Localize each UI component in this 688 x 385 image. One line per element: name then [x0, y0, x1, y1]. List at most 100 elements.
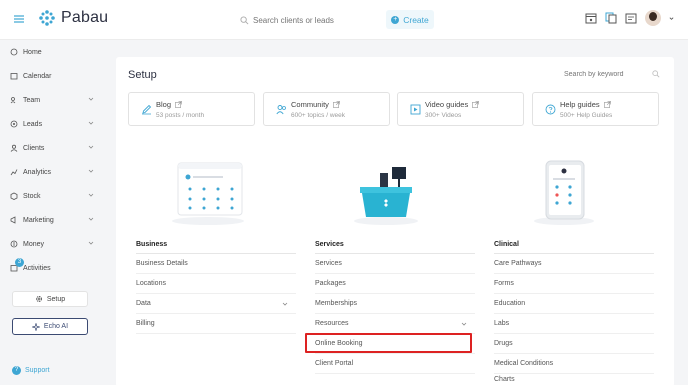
global-search-input[interactable] [253, 15, 373, 25]
sidebar-item-marketing[interactable]: Marketing [10, 212, 94, 228]
external-link-icon [472, 101, 480, 108]
link-memberships[interactable]: Memberships [315, 294, 475, 314]
card-subtitle: 53 posts / month [156, 112, 205, 119]
chevron-down-icon [88, 217, 94, 221]
business-heading: Business [136, 241, 168, 248]
brand-name: Pabau [61, 9, 109, 26]
link-resources[interactable]: Resources [315, 314, 475, 334]
link-labs[interactable]: Labs [494, 314, 654, 334]
card-title: Blog [156, 100, 172, 109]
link-education[interactable]: Education [494, 294, 654, 314]
chevron-down-icon [88, 193, 94, 197]
link-charts[interactable]: Charts [494, 374, 654, 385]
calendar-check-icon[interactable] [585, 12, 597, 24]
external-link-icon [603, 101, 611, 108]
sidebar-item-label: Team [23, 96, 41, 104]
link-label: Services [315, 260, 342, 267]
link-drugs[interactable]: Drugs [494, 334, 654, 354]
notes-icon[interactable] [625, 12, 637, 24]
chevron-down-icon[interactable] [461, 321, 467, 327]
link-label: Medical Conditions [494, 360, 554, 367]
create-button[interactable]: + Create [386, 10, 434, 29]
pabau-logo-icon [39, 10, 55, 26]
top-bar: Pabau + Create [0, 0, 688, 40]
chevron-down-icon [88, 145, 94, 149]
link-label: Labs [494, 320, 510, 327]
link-label: Resources [315, 320, 349, 327]
support-label: Support [25, 367, 50, 374]
tasks-icon[interactable] [605, 12, 617, 24]
link-billing[interactable]: Billing [136, 314, 296, 334]
video-guides-card[interactable]: Video guides 300+ Videos [397, 92, 524, 126]
sidebar-item-stock[interactable]: Stock [10, 188, 94, 204]
community-icon [276, 105, 286, 115]
global-search[interactable] [240, 10, 380, 30]
link-medical-conditions[interactable]: Medical Conditions [494, 354, 654, 374]
link-label: Billing [136, 320, 155, 327]
help-circle-icon: ? [12, 366, 21, 375]
pencil-icon [142, 104, 152, 115]
link-business-details[interactable]: Business Details [136, 254, 296, 274]
sidebar-item-money[interactable]: Money [10, 236, 94, 252]
link-care-pathways[interactable]: Care Pathways [494, 254, 654, 274]
setup-button[interactable]: Setup [12, 291, 88, 307]
activities-badge: 3 [15, 258, 24, 267]
link-label: Client Portal [315, 360, 354, 367]
blog-card[interactable]: Blog 53 posts / month [128, 92, 255, 126]
echo-ai-button[interactable]: Echo AI [12, 318, 88, 335]
analytics-icon [10, 169, 18, 176]
link-label: Charts [494, 376, 515, 383]
card-title: Video guides [425, 100, 469, 109]
link-data[interactable]: Data [136, 294, 296, 314]
services-heading: Services [315, 241, 344, 248]
sidebar-item-clients[interactable]: Clients [10, 140, 94, 156]
sidebar-item-team[interactable]: Team [10, 92, 94, 108]
chevron-down-icon[interactable] [282, 301, 288, 307]
keyword-search[interactable] [564, 70, 660, 78]
external-link-icon [175, 101, 182, 108]
sidebar-item-label: Activities [23, 264, 51, 272]
page-title: Setup [128, 69, 157, 81]
link-packages[interactable]: Packages [315, 274, 475, 294]
clients-icon [10, 144, 18, 152]
setup-label: Setup [46, 295, 66, 303]
team-icon [10, 97, 16, 104]
leads-icon [10, 120, 18, 128]
sidebar-item-calendar[interactable]: Calendar [10, 68, 94, 84]
card-title: Help guides [560, 100, 600, 109]
sidebar-item-analytics[interactable]: Analytics [10, 164, 94, 180]
sidebar-item-leads[interactable]: Leads [10, 116, 94, 132]
link-locations[interactable]: Locations [136, 274, 296, 294]
sidebar-item-home[interactable]: Home [10, 44, 94, 60]
link-client-portal[interactable]: Client Portal [315, 354, 475, 374]
help-guides-card[interactable]: Help guides 500+ Help Guides [532, 92, 659, 126]
link-label: Care Pathways [494, 260, 542, 267]
sidebar-item-label: Analytics [23, 168, 52, 176]
link-label: Education [494, 300, 526, 307]
clinical-heading: Clinical [494, 241, 519, 248]
link-label: Business Details [136, 260, 188, 267]
card-subtitle: 300+ Videos [425, 112, 462, 119]
search-icon [240, 15, 249, 24]
brand-logo[interactable]: Pabau [38, 9, 108, 27]
chevron-down-icon [88, 169, 94, 173]
community-card[interactable]: Community 600+ topics / week [263, 92, 390, 126]
external-link-icon [333, 101, 340, 108]
sidebar-item-label: Calendar [23, 72, 52, 80]
link-forms[interactable]: Forms [494, 274, 654, 294]
user-avatar[interactable] [645, 10, 661, 26]
plus-icon: + [391, 15, 400, 24]
link-services[interactable]: Services [315, 254, 475, 274]
sidebar-item-label: Clients [23, 144, 45, 152]
calendar-icon [10, 73, 18, 80]
chevron-down-icon [88, 121, 94, 125]
link-label: Forms [494, 280, 514, 287]
chevron-down-icon[interactable] [669, 16, 674, 21]
link-label: Data [136, 300, 151, 307]
search-icon [652, 70, 660, 78]
menu-toggle-icon[interactable] [12, 12, 26, 26]
sidebar-item-label: Leads [23, 120, 43, 128]
keyword-search-input[interactable] [564, 70, 634, 78]
support-link[interactable]: ? Support [12, 366, 50, 375]
chevron-down-icon [88, 241, 94, 245]
